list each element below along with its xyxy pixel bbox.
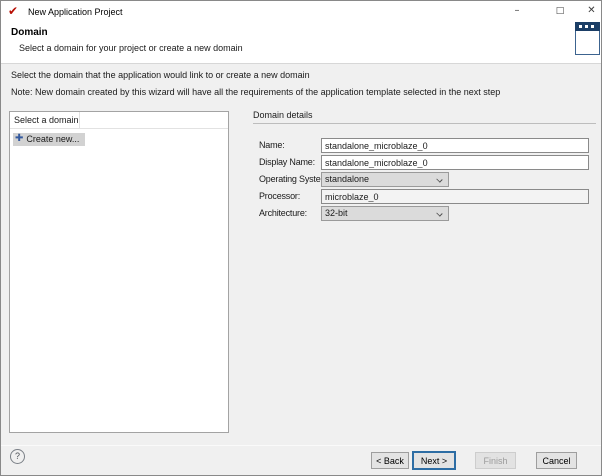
architecture-select[interactable]: 32-bit xyxy=(321,206,449,221)
domain-list-header[interactable]: Select a domain xyxy=(10,112,228,129)
minimize-button[interactable]: – xyxy=(503,1,531,22)
help-button[interactable]: ? xyxy=(10,449,25,464)
name-field[interactable] xyxy=(321,138,589,153)
back-button[interactable]: < Back xyxy=(371,452,409,469)
list-item-label: Create new... xyxy=(26,134,79,144)
title-bar: ✔ New Application Project – □ ✕ xyxy=(1,1,601,23)
domain-details-separator xyxy=(253,123,596,124)
page-message: Select a domain for your project or crea… xyxy=(19,43,243,53)
display-name-label: Display Name: xyxy=(259,155,315,170)
chevron-down-icon xyxy=(436,176,442,182)
wizard-window-icon xyxy=(575,22,600,56)
domain-list-header-label: Select a domain xyxy=(10,112,228,128)
architecture-label: Architecture: xyxy=(259,206,307,221)
chevron-down-icon xyxy=(436,210,442,216)
cancel-button[interactable]: Cancel xyxy=(536,452,577,469)
instruction-text: Select the domain that the application w… xyxy=(11,70,310,80)
list-item-create-new[interactable]: ✚ Create new... xyxy=(13,133,85,146)
display-name-field[interactable] xyxy=(321,155,589,170)
operating-system-select[interactable]: standalone xyxy=(321,172,449,187)
note-text: Note: New domain created by this wizard … xyxy=(11,87,500,97)
architecture-value: 32-bit xyxy=(325,208,348,218)
domain-details-title: Domain details xyxy=(253,110,313,120)
window-title: New Application Project xyxy=(28,7,123,17)
page-title: Domain xyxy=(11,27,48,38)
name-label: Name: xyxy=(259,138,285,153)
wizard-banner: Domain Select a domain for your project … xyxy=(1,23,601,63)
maximize-button[interactable]: □ xyxy=(546,1,574,22)
xilinx-logo-icon: ✔ xyxy=(8,4,18,18)
processor-label: Processor: xyxy=(259,189,300,204)
new-application-project-dialog: ✔ New Application Project – □ ✕ Domain S… xyxy=(0,0,602,476)
plus-icon: ✚ xyxy=(15,134,23,144)
close-button[interactable]: ✕ xyxy=(580,1,602,22)
footer-separator xyxy=(1,445,601,446)
operating-system-value: standalone xyxy=(325,174,369,184)
domain-list-panel: Select a domain ✚ Create new... xyxy=(9,111,229,433)
finish-button: Finish xyxy=(475,452,516,469)
processor-field[interactable] xyxy=(321,189,589,204)
banner-separator xyxy=(1,63,601,64)
next-button[interactable]: Next > xyxy=(413,452,455,469)
operating-system-label: Operating System: xyxy=(259,172,330,187)
header-column-divider xyxy=(79,112,80,128)
